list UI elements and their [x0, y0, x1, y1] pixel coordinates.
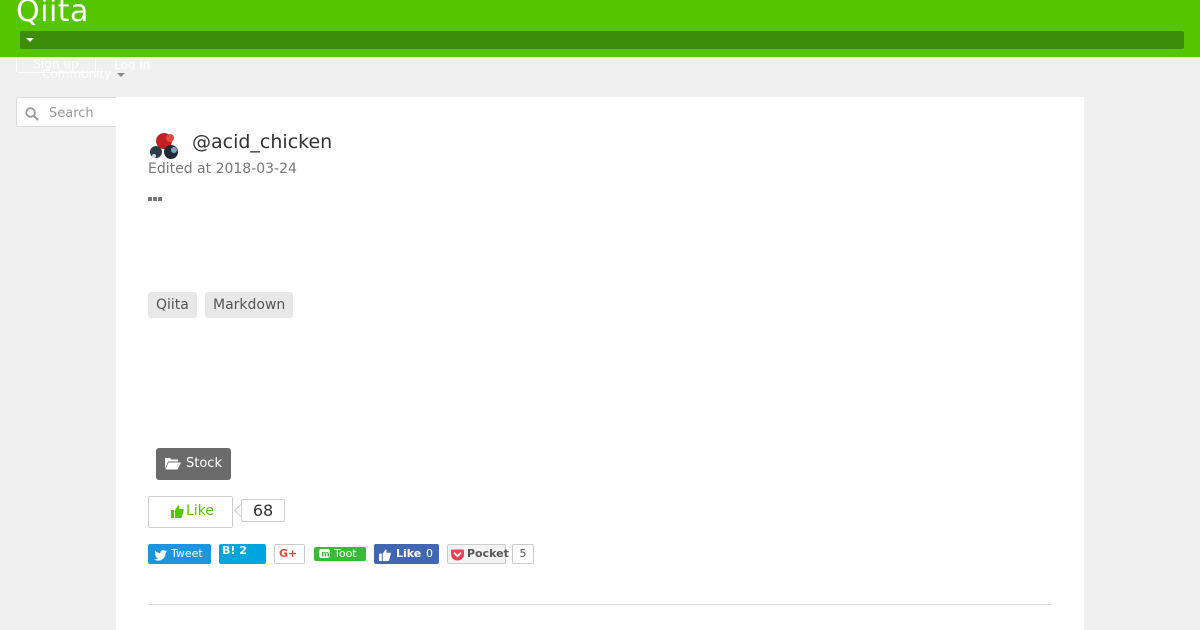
folder-open-icon	[165, 457, 181, 474]
stock-button[interactable]: Stock	[156, 448, 231, 480]
svg-text:m: m	[321, 550, 329, 559]
like-count: 68	[241, 499, 285, 522]
google-plus-button[interactable]: G+	[274, 544, 305, 564]
mastodon-icon: m	[319, 549, 330, 563]
google-plus-label: G+	[279, 547, 298, 560]
toot-label: Toot	[334, 547, 357, 560]
community-menu[interactable]: Community	[42, 67, 111, 81]
author-username[interactable]: @acid_chicken	[192, 131, 332, 153]
thumbs-up-icon	[171, 505, 184, 522]
tag-qiita[interactable]: Qiita	[148, 292, 197, 318]
community-chevron-down-icon	[117, 73, 125, 77]
stock-label: Stock	[186, 456, 222, 471]
edited-date: Edited at 2018-03-24	[148, 161, 297, 177]
article-panel: @acid_chicken Edited at 2018-03-24 Qiita…	[116, 97, 1084, 630]
facebook-like-count: 0	[426, 547, 433, 560]
chevron-down-icon	[26, 38, 34, 42]
qiita-logo[interactable]: Qiita	[16, 0, 89, 29]
facebook-like-label: Like	[396, 547, 422, 560]
nav-dropdown-bar[interactable]	[20, 31, 1184, 49]
tweet-button[interactable]: Tweet	[148, 544, 211, 564]
facebook-like-button[interactable]: Like 0	[374, 544, 439, 564]
pocket-count: 5	[512, 544, 534, 564]
hatena-bookmark-label: B! 2	[222, 544, 247, 557]
pocket-button[interactable]: Pocket	[447, 544, 509, 564]
search-icon	[25, 106, 39, 125]
more-options-icon[interactable]	[148, 187, 164, 201]
toot-button[interactable]: m Toot	[314, 547, 366, 561]
hatena-bookmark-button[interactable]: B! 2	[219, 544, 266, 564]
avatar[interactable]	[148, 130, 180, 162]
tweet-label: Tweet	[171, 547, 203, 560]
global-header: Qiita	[0, 0, 1200, 57]
facebook-thumbs-up-icon	[379, 548, 391, 568]
like-label: Like	[186, 503, 214, 519]
divider	[148, 604, 1052, 605]
like-button[interactable]: Like	[148, 496, 233, 528]
pocket-icon	[451, 548, 464, 568]
tag-markdown[interactable]: Markdown	[205, 292, 294, 318]
twitter-icon	[154, 548, 167, 568]
login-link[interactable]: Log in	[114, 58, 150, 72]
pocket-label: Pocket	[467, 547, 509, 560]
